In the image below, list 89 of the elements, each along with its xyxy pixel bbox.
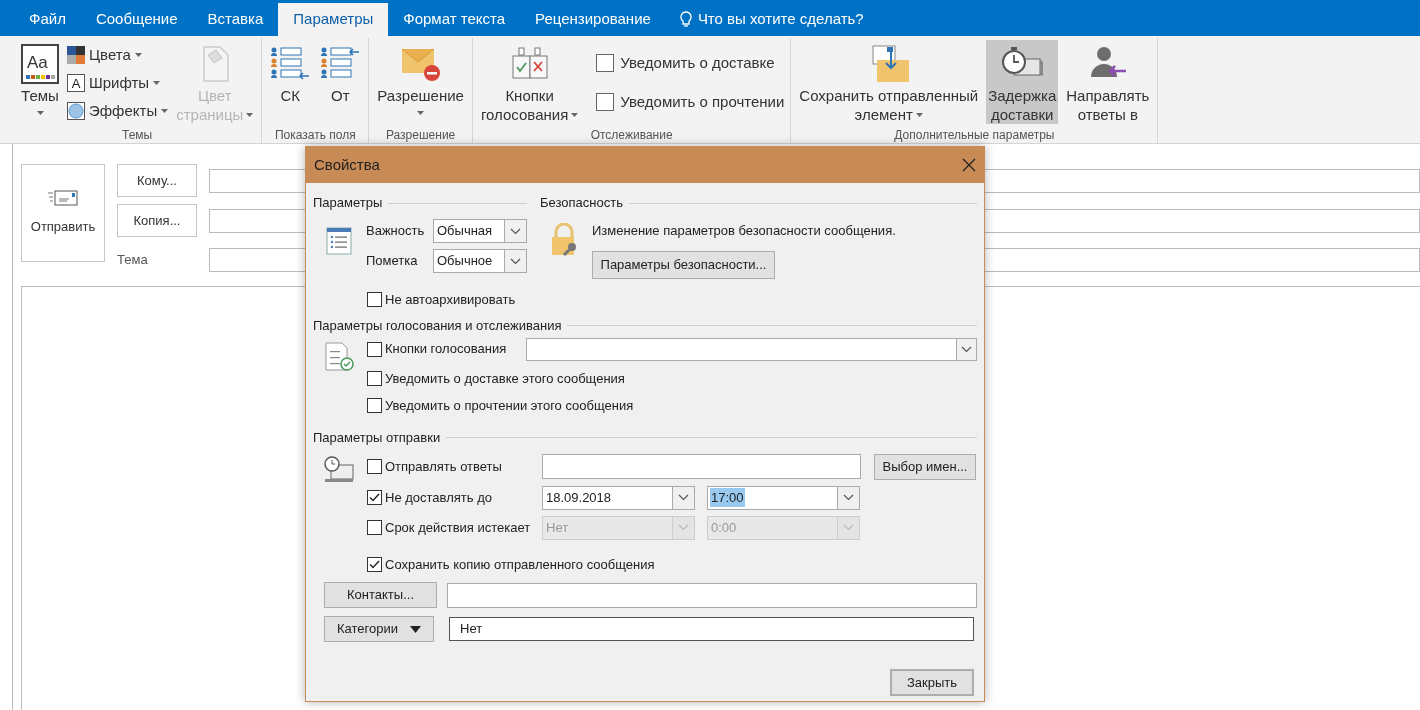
chevron-icon xyxy=(510,227,521,235)
checkbox-label: Не доставлять до xyxy=(385,488,492,507)
chevron-icon xyxy=(678,524,689,531)
group-label: Разрешение xyxy=(384,128,457,143)
chevron-icon xyxy=(843,494,854,501)
dialog-button[interactable]: Выбор имен... xyxy=(874,453,976,480)
checkbox[interactable] xyxy=(596,54,615,73)
to-button[interactable]: Кому... xyxy=(117,164,197,197)
check-icon xyxy=(369,493,380,502)
checkbox-label: Не автоархивировать xyxy=(385,291,516,309)
ribbon-tab[interactable]: Параметры xyxy=(278,3,389,36)
subject-label: Тема xyxy=(117,251,149,270)
checklist-icon xyxy=(323,341,357,372)
ribbon-button[interactable]: От xyxy=(318,40,363,124)
checkbox-label: Уведомить о прочтении xyxy=(620,91,785,112)
lightbulb-icon xyxy=(679,11,692,28)
dropdown-arrow-icon xyxy=(410,625,421,633)
categories-field[interactable]: Нет xyxy=(449,617,974,641)
dialog-button[interactable]: Категории xyxy=(324,616,434,642)
field-label: Важность xyxy=(366,222,426,241)
ribbon-button[interactable]: Aa Темы xyxy=(19,40,61,124)
list-icon xyxy=(325,227,355,255)
checkbox[interactable] xyxy=(367,341,382,357)
palette-icon xyxy=(67,46,85,64)
ribbon-button[interactable]: Задержка доставки xyxy=(986,40,1059,124)
ribbon-button[interactable]: СК xyxy=(268,40,313,124)
ribbon-button[interactable]: Разрешение xyxy=(375,40,466,124)
voting-options-field[interactable] xyxy=(526,337,977,361)
dialog-button[interactable]: Закрыть xyxy=(890,669,974,696)
ribbon-button[interactable]: Кнопки голосования xyxy=(478,40,581,124)
group-label: Отслеживание xyxy=(589,128,674,143)
checkbox-label: Уведомить о прочтении этого сообщения xyxy=(385,397,634,415)
security-description: Изменение параметров безопасности сообщения. xyxy=(592,222,896,240)
font-icon: A xyxy=(67,74,85,92)
dialog-button[interactable]: Параметры безопасности... xyxy=(592,250,775,279)
tell-me-search[interactable]: Что вы хотите сделать? xyxy=(697,8,864,31)
dropdown-field[interactable]: 17:00 xyxy=(707,485,860,510)
contacts-field[interactable] xyxy=(447,582,977,608)
chevron-icon xyxy=(843,524,854,531)
check-icon xyxy=(369,559,380,569)
envelope-icon xyxy=(48,189,78,208)
cc-button[interactable]: Копия... xyxy=(117,204,197,237)
reply-to-field[interactable] xyxy=(542,454,861,479)
checkbox-label: Кнопки голосования xyxy=(385,340,507,359)
ribbon-tab[interactable]: Рецензирование xyxy=(520,3,666,36)
ribbon-menu-button[interactable]: Эффекты xyxy=(67,100,169,122)
dropdown-field[interactable]: 18.09.2018 xyxy=(542,485,695,510)
theme-icon: Aa xyxy=(21,44,59,84)
ribbon-menu-button[interactable]: A Шрифты xyxy=(67,72,169,94)
ribbon-tab[interactable]: Файл xyxy=(14,3,81,36)
ballot-boxes-icon xyxy=(509,46,550,82)
chevron-icon xyxy=(510,257,521,265)
checkbox-label: Уведомить о доставке этого сообщения xyxy=(385,369,625,388)
address-fields-icon xyxy=(270,46,311,82)
checkbox[interactable] xyxy=(596,92,615,111)
section-heading: Безопасность xyxy=(540,194,623,213)
group-label: Темы xyxy=(121,128,154,143)
section-heading: Параметры отправки xyxy=(313,428,441,447)
section-heading: Параметры xyxy=(313,194,383,213)
chevron-icon xyxy=(678,494,689,501)
ribbon-tab[interactable]: Сообщение xyxy=(80,3,193,36)
dropdown-field[interactable]: Обычное xyxy=(433,249,527,273)
checkbox-label: Сохранить копию отправленного сообщения xyxy=(385,555,655,574)
checkbox-label: Срок действия истекает xyxy=(385,518,531,537)
field-label: Пометка xyxy=(366,252,419,271)
ribbon-button[interactable]: Направлять ответы в xyxy=(1064,40,1152,124)
dialog-button[interactable]: Контакты... xyxy=(324,582,437,608)
effects-icon xyxy=(67,102,85,120)
checkbox-label: Отправлять ответы xyxy=(385,457,502,476)
checkbox[interactable] xyxy=(367,556,382,572)
checkbox[interactable] xyxy=(367,520,382,535)
chevron-icon xyxy=(961,345,972,353)
ribbon-tab[interactable]: Вставка xyxy=(192,3,279,36)
ribbon-button[interactable]: Сохранить отправленный элемент xyxy=(797,40,981,124)
checkbox[interactable] xyxy=(367,490,382,505)
send-button[interactable]: Отправить xyxy=(21,164,105,262)
group-label: Показать поля xyxy=(273,128,357,143)
group-label: Дополнительные параметры xyxy=(893,128,1056,143)
dropdown-field[interactable]: Обычная xyxy=(433,219,527,243)
ribbon-tab[interactable]: Формат текста xyxy=(388,3,521,36)
checkbox[interactable] xyxy=(367,398,382,414)
ribbon-menu-button[interactable]: Цвета xyxy=(67,44,169,66)
close-icon[interactable] xyxy=(962,158,976,172)
checkbox-label: Уведомить о доставке xyxy=(620,53,775,73)
checkbox[interactable] xyxy=(367,370,382,386)
section-heading: Параметры голосования и отслеживания xyxy=(313,316,562,335)
checkbox[interactable] xyxy=(367,459,382,474)
dialog-title: Свойства xyxy=(314,154,380,175)
checkbox[interactable] xyxy=(367,292,382,308)
